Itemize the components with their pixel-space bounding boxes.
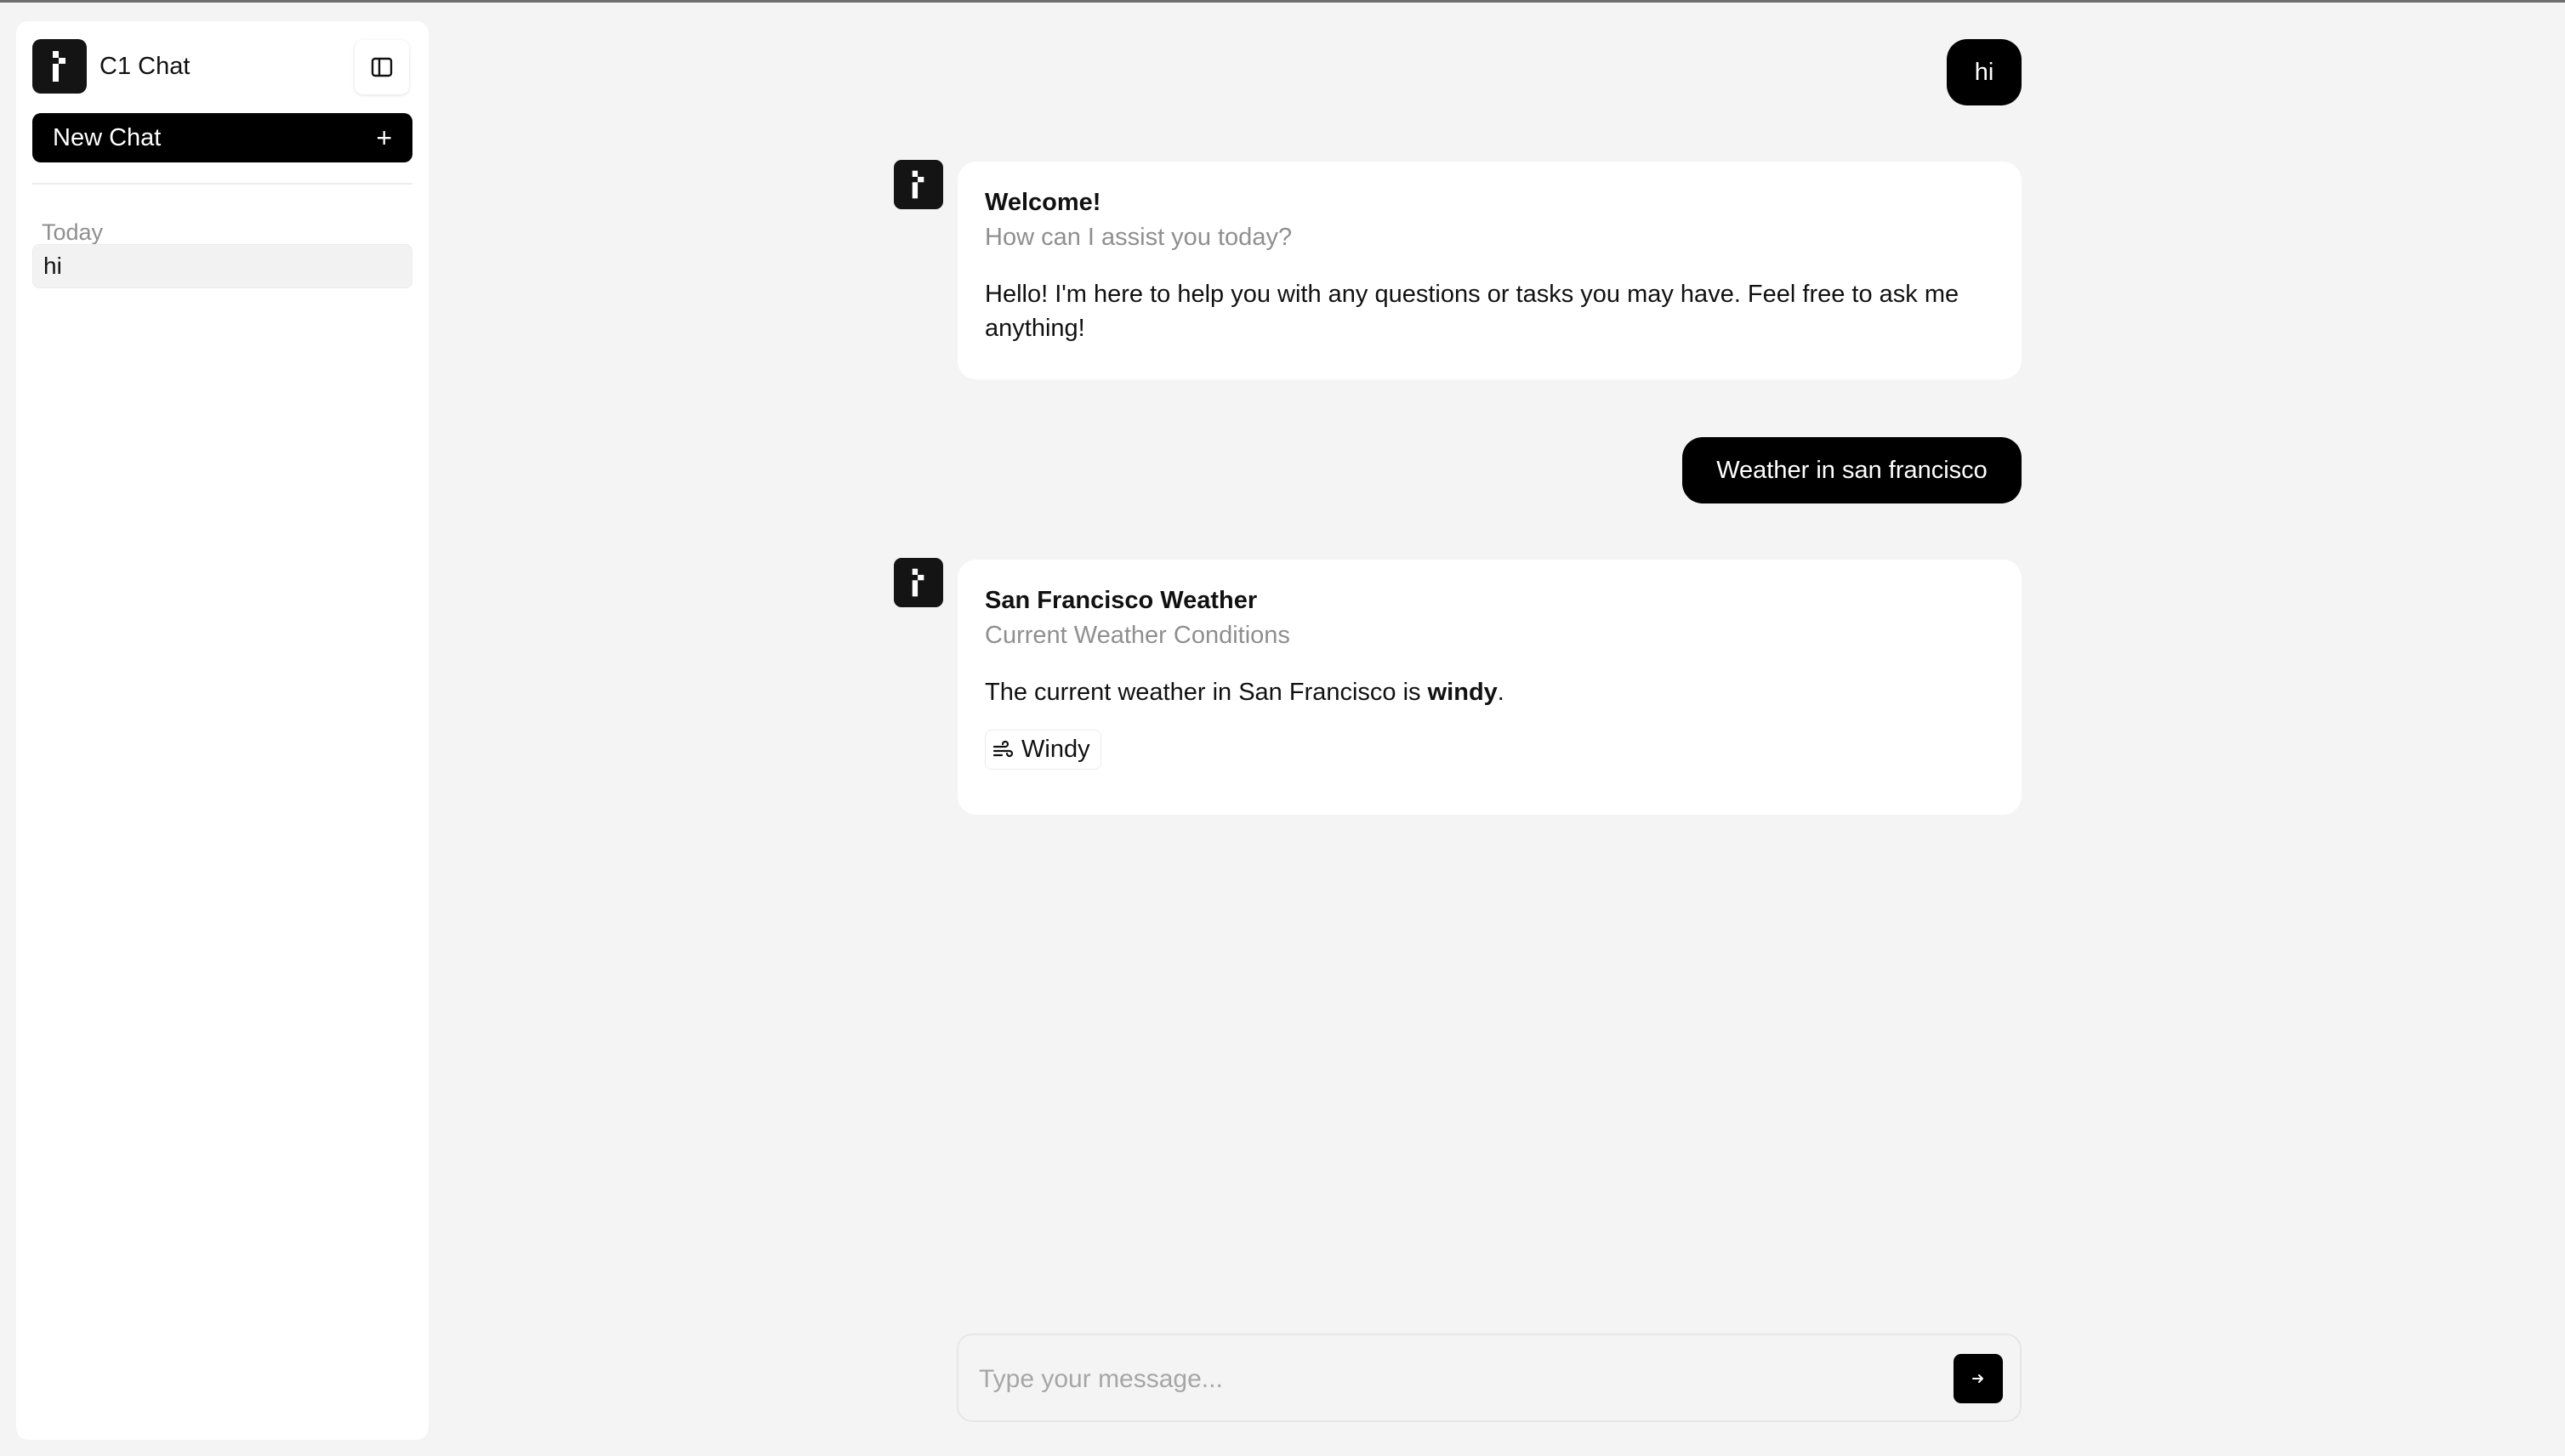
card-body: Hello! I'm here to help you with any que… — [985, 281, 1959, 342]
history-item[interactable]: hi — [32, 244, 412, 288]
sidebar-toggle-button[interactable] — [355, 40, 409, 94]
send-button[interactable] — [1954, 1354, 2003, 1403]
logo-glyph-icon — [53, 51, 65, 82]
sidebar-divider — [32, 183, 412, 185]
user-message-text: Weather in san francisco — [1716, 456, 1988, 484]
history-item-label: hi — [43, 253, 62, 279]
body-bold: windy — [1427, 679, 1498, 706]
brand-logo — [32, 39, 87, 94]
plus-icon: + — [376, 122, 392, 153]
message-composer — [957, 1334, 2022, 1422]
card-subtitle: How can I assist you today? — [985, 224, 1293, 251]
sidebar-panel-icon — [371, 57, 393, 77]
arrow-right-icon — [1972, 1374, 1983, 1383]
assistant-weather-card: San Francisco Weather Current Weather Co… — [958, 560, 2022, 815]
body-prefix: The current weather in San Francisco is — [985, 679, 1428, 706]
brand-title: C1 Chat — [100, 53, 191, 80]
card-subtitle: Current Weather Conditions — [985, 622, 1290, 649]
wind-icon — [992, 740, 1014, 757]
logo-glyph-icon — [912, 170, 924, 199]
assistant-avatar — [894, 558, 943, 607]
new-chat-label: New Chat — [53, 123, 162, 151]
user-message-text: hi — [1974, 58, 1994, 86]
weather-chip-label: Windy — [1021, 736, 1090, 763]
assistant-message-card: Welcome! How can I assist you today? Hel… — [958, 162, 2022, 379]
assistant-avatar — [894, 160, 943, 209]
sidebar: C1 Chat New Chat + Today hi — [16, 21, 429, 1440]
message-input[interactable] — [977, 1354, 1916, 1405]
user-message: hi — [1947, 39, 2022, 105]
user-message: Weather in san francisco — [1682, 437, 2022, 503]
card-title: San Francisco Weather — [985, 587, 1258, 614]
card-body: The current weather in San Francisco is … — [985, 675, 1994, 709]
history-section-label: Today — [42, 219, 104, 245]
logo-glyph-icon — [912, 568, 924, 597]
weather-chip: Windy — [985, 730, 1101, 770]
card-title: Welcome! — [985, 189, 1101, 216]
body-suffix: . — [1497, 679, 1504, 706]
new-chat-button[interactable]: New Chat + — [32, 113, 412, 162]
window-top-border — [0, 0, 2565, 3]
